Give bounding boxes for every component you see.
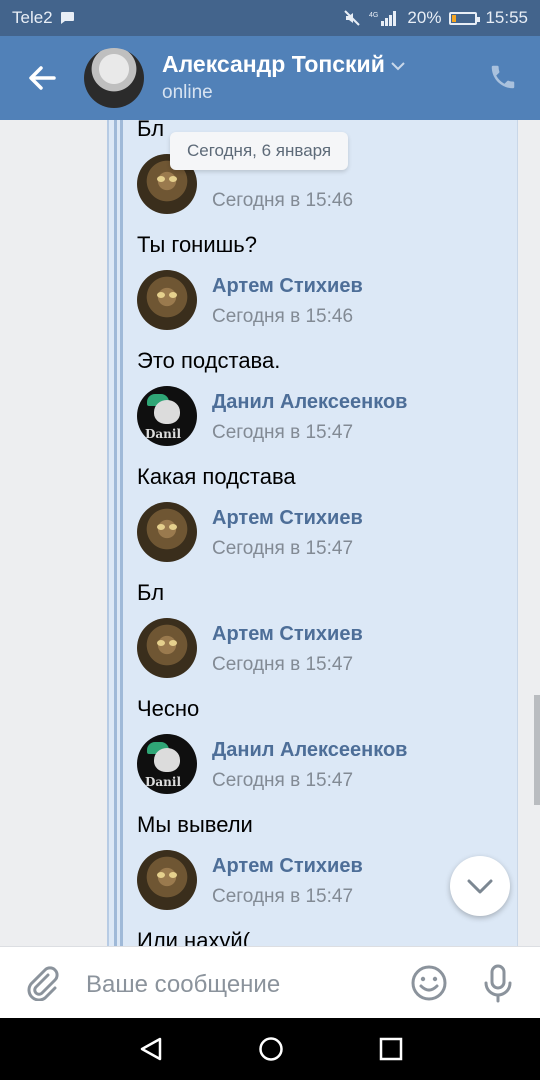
avatar-label: Danil: [145, 775, 182, 789]
message-author[interactable]: Артем Стихиев: [212, 507, 363, 530]
message-text: Чесно: [137, 696, 200, 721]
nav-recent-icon[interactable]: [379, 1037, 403, 1061]
message-time: Сегодня в 15:47: [212, 770, 354, 791]
avatar[interactable]: [137, 270, 197, 330]
avatar[interactable]: Danil: [137, 386, 197, 446]
chevron-down-icon: [467, 879, 493, 894]
signal-icon: 4G: [369, 11, 397, 26]
avatar[interactable]: [84, 48, 144, 108]
forward-indicator: [114, 120, 124, 946]
message-author[interactable]: Данил Алексеенков: [212, 739, 407, 762]
status-bar: Tele2 4G 20% 15:55: [0, 0, 540, 36]
message-time: Сегодня в 15:46: [212, 190, 354, 211]
message-time: Сегодня в 15:46: [212, 306, 354, 327]
battery-percent: 20%: [407, 8, 442, 27]
message-time: Сегодня в 15:47: [212, 886, 354, 907]
message-author[interactable]: Артем Стихиев: [212, 275, 363, 298]
phone-icon[interactable]: [488, 62, 518, 92]
mute-icon: [344, 10, 361, 26]
message-author[interactable]: Данил Алексеенков: [212, 391, 407, 414]
message-text: Бл: [137, 120, 165, 141]
svg-text:4G: 4G: [369, 12, 378, 19]
message-text: Это подстава.: [137, 348, 281, 373]
message-author[interactable]: Артем Стихиев: [212, 855, 363, 878]
arrow-left-icon[interactable]: [24, 60, 60, 96]
message-list[interactable]: Бл Сегодня в 15:46 Ты гонишь? Артем Стих…: [0, 120, 540, 946]
chat-header: Александр Топский online: [0, 36, 540, 120]
microphone-icon[interactable]: [480, 963, 516, 1003]
avatar-label: Danil: [145, 427, 182, 441]
message-input[interactable]: Ваше сообщение: [86, 971, 280, 999]
message-text: Какая подстава: [137, 464, 296, 489]
carrier-label: Tele2: [12, 8, 53, 27]
message-time: Сегодня в 15:47: [212, 538, 354, 559]
nav-back-icon[interactable]: [138, 1036, 164, 1062]
scroll-down-button[interactable]: [450, 856, 510, 916]
system-nav-bar: [0, 1018, 540, 1080]
date-pill: Сегодня, 6 января: [170, 132, 349, 170]
contact-name[interactable]: Александр Топский: [162, 51, 385, 78]
message-text: Ты гонишь?: [137, 232, 257, 257]
clock: 15:55: [485, 8, 528, 27]
message-text: Бл: [137, 580, 165, 605]
avatar[interactable]: Danil: [137, 734, 197, 794]
avatar[interactable]: [137, 502, 197, 562]
nav-home-icon[interactable]: [258, 1036, 284, 1062]
message-composer: Ваше сообщение: [0, 946, 540, 1019]
smile-icon[interactable]: [410, 964, 448, 1002]
message-time: Сегодня в 15:47: [212, 422, 354, 443]
message-icon: [60, 12, 74, 24]
contact-status: online: [162, 82, 213, 103]
message-author[interactable]: Артем Стихиев: [212, 623, 363, 646]
message-text: Мы вывели: [137, 812, 253, 837]
avatar[interactable]: [137, 850, 197, 910]
message-text: Или нахуй(: [137, 928, 251, 946]
chevron-down-icon[interactable]: [390, 58, 406, 74]
message-time: Сегодня в 15:47: [212, 654, 354, 675]
scrollbar[interactable]: [534, 695, 540, 805]
paperclip-icon[interactable]: [24, 965, 60, 1001]
avatar[interactable]: [137, 618, 197, 678]
battery-icon: [449, 11, 481, 25]
